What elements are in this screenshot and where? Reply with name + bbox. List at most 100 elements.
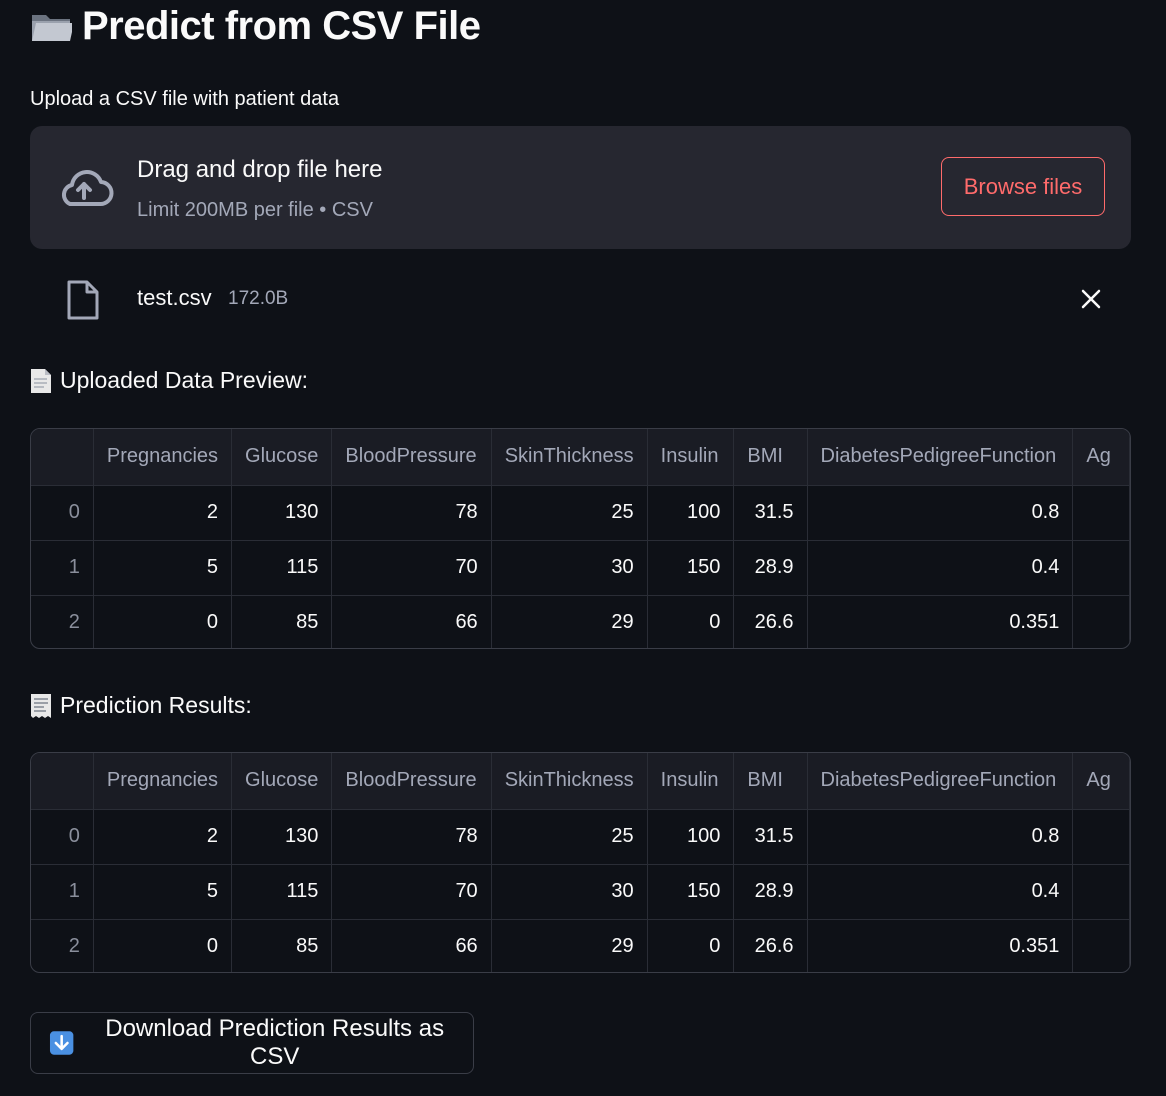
table-cell[interactable]: 0 — [647, 919, 735, 972]
table-row: 0 2 130 78 25 100 31.5 0.8 — [31, 485, 1130, 541]
column-header[interactable]: Glucose — [231, 429, 333, 486]
table-cell[interactable]: 5 — [93, 540, 233, 596]
table-cell[interactable]: 150 — [647, 864, 735, 920]
table-cell[interactable]: 2 — [93, 809, 233, 865]
row-index-cell[interactable]: 1 — [31, 540, 94, 596]
table-cell[interactable]: 31.5 — [733, 809, 808, 865]
column-header[interactable]: Pregnancies — [93, 429, 233, 486]
table-cell[interactable]: 0.4 — [807, 540, 1074, 596]
table-header-row: Pregnancies Glucose BloodPressure SkinTh… — [31, 429, 1130, 486]
preview-heading-text: Uploaded Data Preview: — [60, 367, 309, 393]
download-button-label: Download Prediction Results as CSV — [105, 1015, 445, 1070]
table-cell[interactable]: 0 — [93, 595, 233, 648]
row-index-cell[interactable]: 0 — [31, 809, 94, 865]
table-cell[interactable] — [1072, 540, 1130, 596]
table-cell[interactable] — [1072, 919, 1130, 972]
table-cell[interactable]: 25 — [491, 809, 648, 865]
column-header[interactable] — [31, 753, 94, 810]
page-title-text: Predict from CSV File — [82, 4, 481, 48]
page: Predict from CSV File Upload a CSV file … — [0, 0, 1166, 1096]
table-cell[interactable]: 78 — [331, 485, 492, 541]
row-index-cell[interactable]: 0 — [31, 485, 94, 541]
column-header[interactable]: Ag — [1072, 429, 1130, 486]
row-index-cell[interactable]: 2 — [31, 595, 94, 648]
browse-files-button[interactable]: Browse files — [941, 157, 1105, 216]
table-cell[interactable]: 29 — [491, 919, 648, 972]
table-cell[interactable]: 28.9 — [733, 540, 808, 596]
table-cell[interactable]: 2 — [93, 485, 233, 541]
column-header[interactable]: Ag — [1072, 753, 1130, 810]
row-index-cell[interactable]: 1 — [31, 864, 94, 920]
preview-table[interactable]: Pregnancies Glucose BloodPressure SkinTh… — [30, 428, 1131, 649]
results-table[interactable]: Pregnancies Glucose BloodPressure SkinTh… — [30, 752, 1131, 973]
table-cell[interactable]: 70 — [331, 864, 492, 920]
uploaded-file-row: test.csv 172.0B — [30, 262, 1131, 332]
table-cell[interactable]: 0.351 — [807, 919, 1074, 972]
column-header[interactable] — [31, 429, 94, 486]
table-cell[interactable]: 31.5 — [733, 485, 808, 541]
table-cell[interactable]: 115 — [231, 540, 333, 596]
table-cell[interactable] — [1072, 864, 1130, 920]
table-cell[interactable]: 28.9 — [733, 864, 808, 920]
table-cell[interactable]: 30 — [491, 864, 648, 920]
file-name: test.csv — [137, 285, 212, 310]
table-cell[interactable]: 70 — [331, 540, 492, 596]
column-header[interactable]: SkinThickness — [491, 429, 648, 486]
table-cell[interactable]: 100 — [647, 809, 735, 865]
results-data-table: Pregnancies Glucose BloodPressure SkinTh… — [31, 753, 1130, 972]
table-cell[interactable]: 85 — [231, 919, 333, 972]
column-header[interactable]: BMI — [733, 429, 808, 486]
table-cell[interactable]: 26.6 — [733, 919, 808, 972]
column-header[interactable]: BloodPressure — [331, 429, 492, 486]
column-header[interactable]: DiabetesPedigreeFunction — [807, 429, 1074, 486]
table-cell[interactable] — [1072, 595, 1130, 648]
table-header-row: Pregnancies Glucose BloodPressure SkinTh… — [31, 753, 1130, 810]
receipt-icon — [31, 693, 51, 718]
table-cell[interactable]: 0 — [93, 919, 233, 972]
close-icon[interactable] — [1080, 288, 1102, 310]
table-cell[interactable]: 66 — [331, 919, 492, 972]
table-cell[interactable]: 85 — [231, 595, 333, 648]
document-icon — [31, 368, 51, 393]
table-cell[interactable]: 78 — [331, 809, 492, 865]
table-cell[interactable]: 26.6 — [733, 595, 808, 648]
file-dropzone[interactable]: Drag and drop file here Limit 200MB per … — [30, 126, 1131, 249]
folder-icon — [32, 14, 72, 41]
table-cell[interactable]: 0.8 — [807, 485, 1074, 541]
column-header[interactable]: Glucose — [231, 753, 333, 810]
table-row: 1 5 115 70 30 150 28.9 0.4 — [31, 864, 1130, 920]
table-cell[interactable]: 0 — [647, 595, 735, 648]
table-cell[interactable]: 100 — [647, 485, 735, 541]
download-results-button[interactable]: Download Prediction Results as CSV — [30, 1012, 474, 1074]
preview-heading: Uploaded Data Preview: — [30, 367, 308, 394]
table-row: 2 0 85 66 29 0 26.6 0.351 — [31, 919, 1130, 972]
dropzone-title: Drag and drop file here — [137, 156, 383, 183]
table-cell[interactable]: 130 — [231, 809, 333, 865]
table-cell[interactable]: 130 — [231, 485, 333, 541]
table-row: 0 2 130 78 25 100 31.5 0.8 — [31, 809, 1130, 865]
table-cell[interactable] — [1072, 809, 1130, 865]
file-icon — [67, 280, 99, 320]
table-cell[interactable]: 115 — [231, 864, 333, 920]
column-header[interactable]: Pregnancies — [93, 753, 233, 810]
table-cell[interactable] — [1072, 485, 1130, 541]
column-header[interactable]: Insulin — [647, 753, 735, 810]
dropzone-limit: Limit 200MB per file • CSV — [137, 199, 373, 221]
table-cell[interactable]: 29 — [491, 595, 648, 648]
column-header[interactable]: SkinThickness — [491, 753, 648, 810]
column-header[interactable]: BMI — [733, 753, 808, 810]
column-header[interactable]: Insulin — [647, 429, 735, 486]
table-row: 1 5 115 70 30 150 28.9 0.4 — [31, 540, 1130, 596]
column-header[interactable]: DiabetesPedigreeFunction — [807, 753, 1074, 810]
row-index-cell[interactable]: 2 — [31, 919, 94, 972]
results-heading: Prediction Results: — [30, 692, 252, 719]
table-cell[interactable]: 0.351 — [807, 595, 1074, 648]
table-cell[interactable]: 5 — [93, 864, 233, 920]
table-cell[interactable]: 25 — [491, 485, 648, 541]
column-header[interactable]: BloodPressure — [331, 753, 492, 810]
table-cell[interactable]: 30 — [491, 540, 648, 596]
table-cell[interactable]: 150 — [647, 540, 735, 596]
table-cell[interactable]: 0.4 — [807, 864, 1074, 920]
table-cell[interactable]: 66 — [331, 595, 492, 648]
table-cell[interactable]: 0.8 — [807, 809, 1074, 865]
